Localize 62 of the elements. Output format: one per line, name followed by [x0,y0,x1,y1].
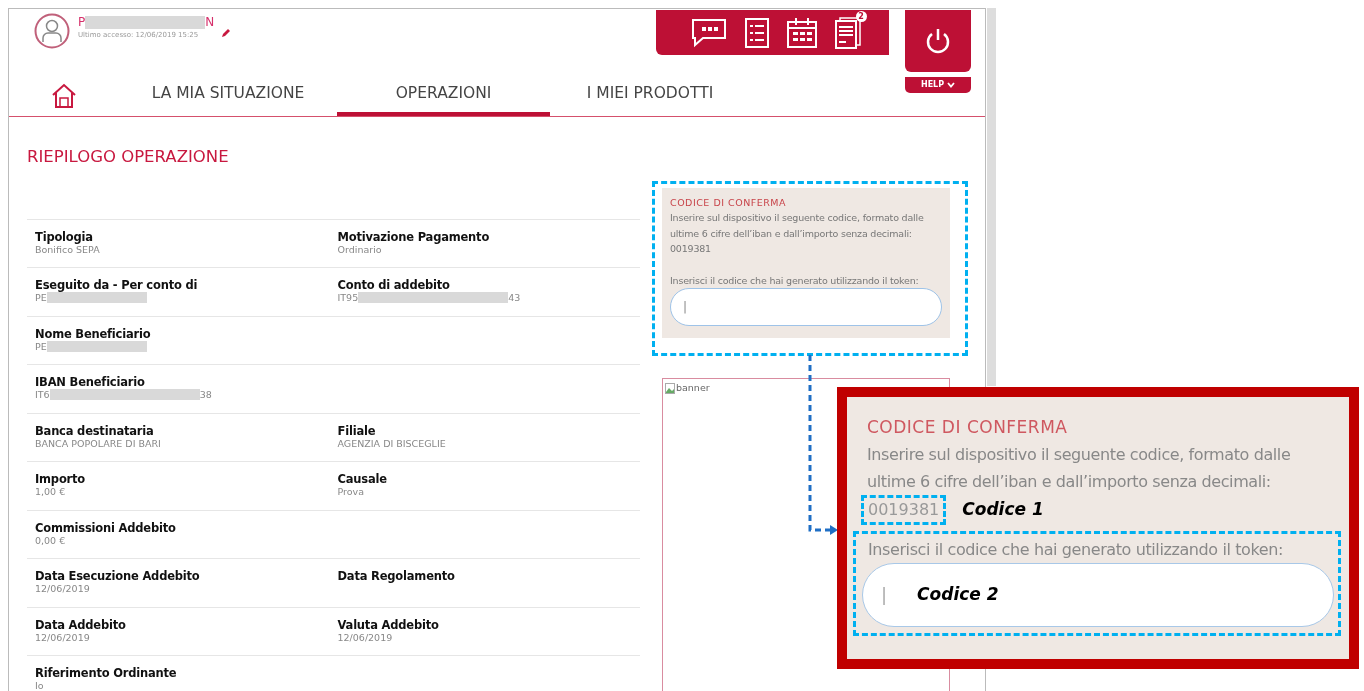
field-value: AGENZIA DI BISCEGLIE [337,437,447,449]
confirmation-code: 0019381 [861,494,947,525]
field-value: 12/06/2019 [35,583,91,595]
field-label: Inserisci il codice che hai generato utilizzando il token: [868,538,1284,561]
field-value: PE [35,340,341,352]
calendar-icon[interactable] [786,17,817,48]
field-label: Tipologia [35,230,94,244]
field-value: Prova [337,486,365,498]
card-title: CODICE DI CONFERMA [867,416,1069,439]
field-label: Data Regolamento [337,570,456,584]
nav-tab[interactable]: OPERAZIONI [337,71,550,116]
field-label: Inserisci il codice che hai generato utilizzando il token: [670,273,920,288]
field-value: 12/06/2019 [35,631,91,643]
field-label: IBAN Beneficiario [35,376,146,390]
list-icon[interactable] [744,17,769,48]
chevron-down-icon [947,82,956,88]
nav-tab[interactable]: I MIEI PRODOTTI [550,71,750,116]
text-cursor: | [881,583,888,607]
card-title: CODICE DI CONFERMA [670,195,787,210]
broken-image-icon [665,382,675,394]
field-label: Filiale [337,424,377,438]
field-value: PE [35,292,338,304]
annotation-label: Codice 2 [917,582,999,606]
field-value: Bonifico SEPA [35,243,101,255]
power-button[interactable] [905,10,971,72]
field-label: Causale [337,473,388,487]
pencil-icon[interactable] [221,28,231,38]
confirmation-code: 0019381 [670,242,712,256]
help-button[interactable]: HELP [905,77,971,93]
field-value: 12/06/2019 [337,631,394,643]
field-value: Ordinario [337,243,383,255]
power-icon [924,27,952,55]
field-label: Conto di addebito [337,279,451,293]
field-value: 0,00 € [35,534,67,546]
field-value: IT6 38 [35,389,213,401]
nav-tab[interactable]: LA MIA SITUAZIONE [119,71,337,116]
field-label: Data Esecuzione Addebito [35,570,201,584]
field-label: Nome Beneficiario [35,327,152,341]
field-value: 1,00 € [35,486,67,498]
field-label: Importo [35,473,87,487]
card-instructions: Inserire sul dispositivo il seguente codice, formato dalle ultime 6 cifre dell’iban e dall’importo senza decimali: [867,443,1292,493]
chat-icon[interactable] [690,16,727,49]
field-label: Valuta Addebito [337,618,440,632]
user-name: P N [78,14,215,31]
notification-badge: 2 [855,10,867,22]
document-icon[interactable] [834,16,861,49]
field-label: Banca destinataria [35,424,155,438]
annotation-label: Codice 1 [962,497,1044,521]
field-label: Motivazione Pagamento [337,230,491,244]
field-label: Eseguito da - Per conto di [35,279,199,293]
banner-alt-text: banner [676,381,710,395]
field-label: Commissioni Addebito [35,521,177,535]
card-instructions: Inserire sul dispositivo il seguente codice, formato dalle ultime 6 cifre dell’iban e dall’importo senza decimali: [670,211,925,241]
field-value: IT95 43 [337,292,522,304]
home-icon[interactable] [51,82,77,109]
avatar-icon [34,13,70,49]
field-value: BANCA POPOLARE DI BARI [35,437,162,449]
field-label: Riferimento Ordinante [35,667,178,681]
token-code-field[interactable]: | [670,288,942,326]
field-value: Io [35,680,45,691]
field-label: Data Addebito [35,618,127,632]
page-title: RIEPILOGO OPERAZIONE [27,146,230,168]
